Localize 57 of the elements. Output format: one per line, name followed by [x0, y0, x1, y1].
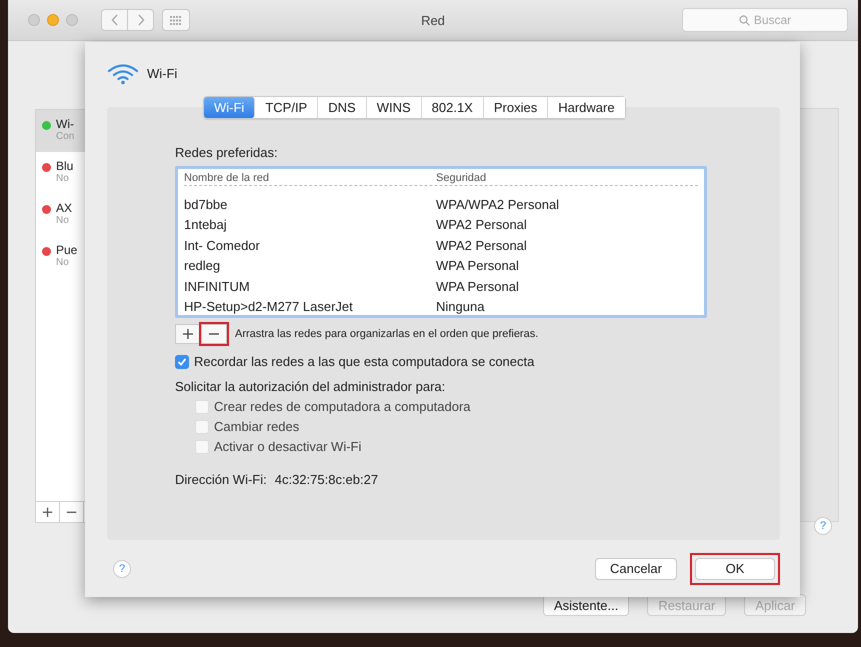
service-status: No	[56, 257, 70, 268]
table-cell-text: Ninguna	[436, 299, 486, 314]
grid-button[interactable]	[162, 9, 190, 31]
tab[interactable]: Hardware	[548, 97, 625, 118]
service-status: No	[56, 215, 70, 226]
sidebar-item[interactable]: Wi- Con	[36, 110, 86, 152]
service-name: Pue	[56, 243, 78, 257]
table-cell-text: Int- Comedor	[184, 238, 261, 253]
table-cell-text: WPA Personal	[436, 278, 520, 294]
zoom-button[interactable]	[66, 14, 78, 26]
table-cell-text: 1ntebaj	[184, 217, 228, 232]
table-cell-text: WPA/WPA2 Personal	[436, 196, 560, 212]
tab[interactable]: Proxies	[484, 97, 548, 118]
service-name: Wi-	[56, 117, 74, 131]
close-button[interactable]	[28, 14, 40, 26]
cancel-button[interactable]: Cancelar	[594, 558, 677, 580]
column-header: Seguridad	[436, 172, 488, 184]
ok-button[interactable]: OK	[695, 558, 775, 580]
service-name: AX	[56, 201, 72, 215]
table-cell-text: HP-Setup>d2-M277 LaserJet	[184, 299, 354, 314]
table-cell-text: WPA Personal	[436, 258, 520, 274]
minimize-button[interactable]	[47, 14, 59, 26]
sidebar-item[interactable]: AX No	[36, 194, 86, 236]
sidebar-item[interactable]: Pue No	[36, 236, 86, 278]
table-cell-text: bd7bbe	[184, 196, 228, 212]
table-cell-text: WPA2 Personal	[436, 238, 528, 253]
wifi-icon	[107, 62, 139, 85]
add-button[interactable]: +	[175, 324, 201, 344]
sheet-title: Wi-Fi	[147, 66, 178, 82]
table-cell-text: INFINITUM	[184, 278, 251, 294]
hint-text: Arrastra las redes para organizarlas en el orden que prefieras.	[235, 328, 538, 340]
checkbox-label: Recordar las redes a las que esta computadora se conecta	[194, 354, 534, 370]
table-cell-text: redleg	[184, 258, 222, 274]
checkbox-label: Crear redes de computadora a computadora	[214, 399, 471, 414]
service-name: Blu	[56, 159, 74, 173]
window-title: Red	[421, 12, 445, 28]
sidebar-item[interactable]: Blu No	[36, 152, 86, 194]
tab[interactable]: DNS	[318, 97, 367, 118]
search-icon	[738, 14, 750, 26]
column-header: Nombre de la red	[184, 172, 270, 184]
service-status: Con	[56, 131, 74, 142]
remove-button[interactable]: −	[201, 324, 227, 344]
tab[interactable]: WINS	[366, 97, 422, 118]
checkbox-label: Cambiar redes	[214, 419, 300, 434]
tab[interactable]: 802.1X	[422, 97, 484, 118]
admin-label: Solicitar la autorización del administrador para:	[175, 379, 446, 394]
grid-icon	[170, 16, 182, 24]
address-value: 4c:32:75:8c:eb:27	[274, 472, 378, 488]
chevron-left-icon	[110, 14, 118, 26]
checkbox[interactable]	[175, 354, 189, 369]
tab[interactable]: TCP/IP	[255, 97, 318, 118]
networks-label: Redes preferidas:	[175, 145, 279, 160]
service-status: No	[56, 173, 70, 184]
checkbox-label: Activar o desactivar Wi-Fi	[214, 439, 362, 454]
chevron-right-icon	[136, 14, 144, 26]
address-label: Dirección Wi-Fi:	[175, 472, 267, 488]
table-cell-text: WPA2 Personal	[436, 217, 528, 232]
